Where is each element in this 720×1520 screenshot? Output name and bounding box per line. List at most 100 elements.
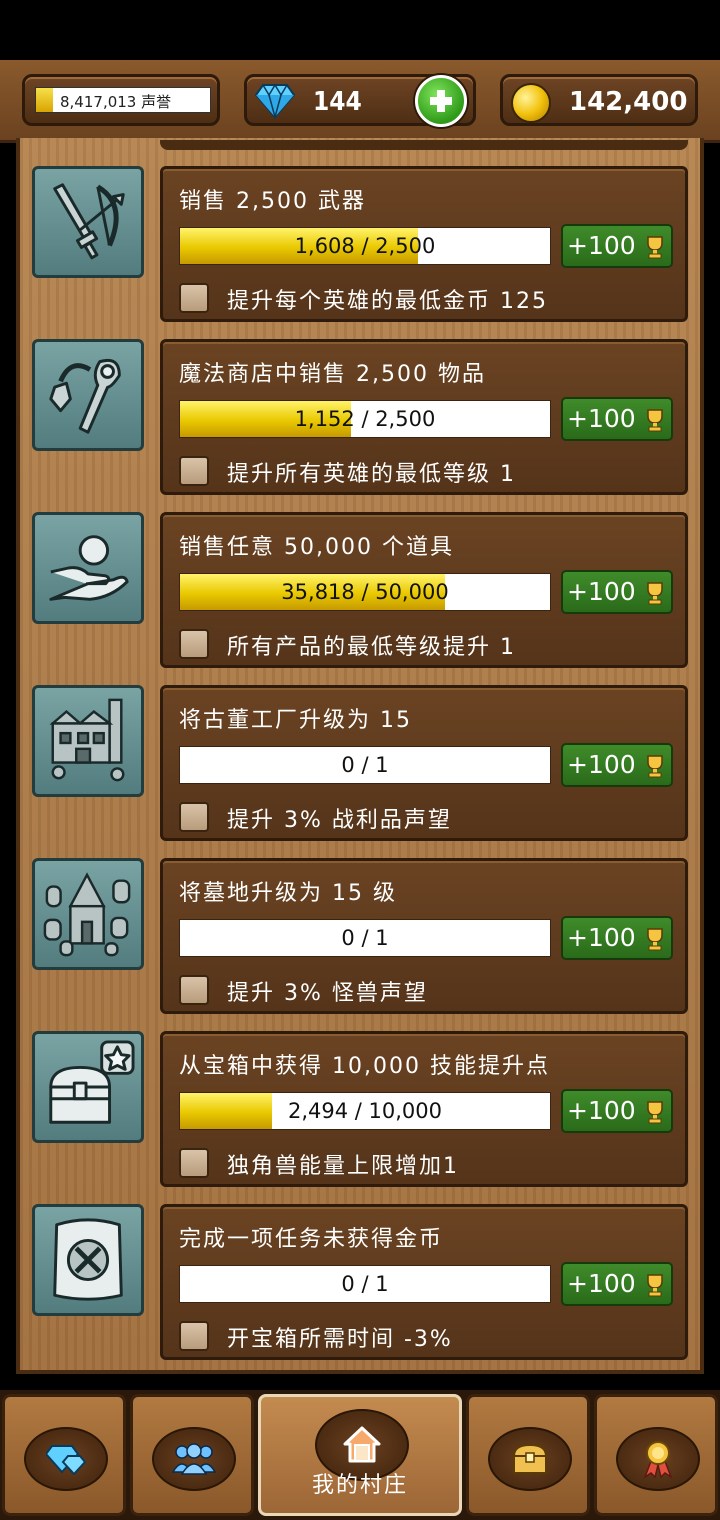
chest-icon (512, 1443, 548, 1474)
task-row[interactable]: 将古董工厂升级为 15 0 / 1 +100 提升 3% 战利品声望 (0, 685, 720, 845)
nav-well (616, 1427, 700, 1491)
trophy-icon (647, 928, 663, 951)
task-reward-amount: +100 (567, 923, 636, 952)
task-icon-frame (32, 858, 144, 970)
nav-chest-button[interactable] (466, 1394, 590, 1516)
task-card: 销售 2,500 武器 1,608 / 2,500 +100 提升每个英雄的最低… (160, 166, 688, 322)
task-progress-text: 0 / 1 (341, 1272, 389, 1296)
nav-heroes-button[interactable] (130, 1394, 254, 1516)
gold-count: 142,400 (569, 87, 688, 117)
reputation-fill (36, 88, 54, 112)
task-bonus-text: 开宝箱所需时间 -3% (227, 1327, 453, 1352)
task-icon-frame (32, 512, 144, 624)
task-bonus-text: 独角兽能量上限增加1 (227, 1154, 459, 1179)
task-row[interactable]: 完成一项任务未获得金币 0 / 1 +100 开宝箱所需时间 -3% (0, 1204, 720, 1364)
task-card: 完成一项任务未获得金币 0 / 1 +100 开宝箱所需时间 -3% (160, 1204, 688, 1360)
diamond-icon (255, 83, 295, 119)
gem-count: 144 (313, 87, 362, 117)
village-home-icon (343, 1426, 381, 1463)
factory-icon (49, 698, 125, 782)
hand-offer-icon (49, 535, 129, 601)
task-reward-amount: +100 (567, 750, 636, 779)
trophy-icon (647, 582, 663, 605)
task-title: 将古董工厂升级为 15 (179, 708, 412, 733)
bonus-checkbox[interactable] (179, 456, 209, 486)
map-x-icon (53, 1218, 123, 1301)
task-progress-bar: 0 / 1 (179, 1265, 551, 1303)
task-reward-amount: +100 (567, 231, 636, 260)
task-card: 将古董工厂升级为 15 0 / 1 +100 提升 3% 战利品声望 (160, 685, 688, 841)
task-icon-frame (32, 685, 144, 797)
gold-coin-icon (511, 83, 551, 123)
reputation-bar: 8,417,013 声誉 (35, 87, 211, 113)
task-progress-text: 0 / 1 (341, 753, 389, 777)
trophy-icon (647, 409, 663, 432)
task-reward-button[interactable]: +100 (561, 224, 673, 268)
bottom-navigation: 我的村庄 (0, 1390, 720, 1520)
nav-village-label: 我的村庄 (311, 1473, 408, 1498)
task-icon-frame (32, 166, 144, 278)
nav-village-button[interactable]: 我的村庄 (258, 1394, 462, 1516)
task-progress-bar: 1,152 / 2,500 (179, 400, 551, 438)
task-progress-text: 2,494 / 10,000 (287, 1099, 443, 1123)
weapons-icon (53, 183, 125, 260)
task-bonus-text: 提升 3% 战利品声望 (227, 808, 452, 833)
task-reward-amount: +100 (567, 577, 636, 606)
task-reward-button[interactable]: +100 (561, 570, 673, 614)
task-reward-button[interactable]: +100 (561, 916, 673, 960)
task-progress-text: 0 / 1 (341, 926, 389, 950)
task-progress-bar: 0 / 1 (179, 919, 551, 957)
task-progress-bar: 1,608 / 2,500 (179, 227, 551, 265)
task-card: 将墓地升级为 15 级 0 / 1 +100 提升 3% 怪兽声望 (160, 858, 688, 1014)
task-reward-button[interactable]: +100 (561, 1089, 673, 1133)
task-icon-frame (32, 1031, 144, 1143)
reputation-pill[interactable]: 8,417,013 声誉 (22, 74, 220, 126)
task-row[interactable]: 魔法商店中销售 2,500 物品 1,152 / 2,500 +100 提升所有… (0, 339, 720, 499)
achievements-medal-icon (643, 1441, 673, 1479)
bonus-checkbox[interactable] (179, 283, 209, 313)
task-row[interactable]: 销售 2,500 武器 1,608 / 2,500 +100 提升每个英雄的最低… (0, 166, 720, 326)
task-reward-button[interactable]: +100 (561, 397, 673, 441)
task-reward-button[interactable]: +100 (561, 743, 673, 787)
task-reward-button[interactable]: +100 (561, 1262, 673, 1306)
bonus-checkbox[interactable] (179, 802, 209, 832)
task-bonus-text: 所有产品的最低等级提升 1 (227, 635, 516, 660)
task-bonus-text: 提升所有英雄的最低等级 1 (227, 462, 516, 487)
task-progress-text: 35,818 / 50,000 (281, 580, 449, 604)
gold-pill[interactable]: 142,400 (500, 74, 698, 126)
nav-achievements-button[interactable] (594, 1394, 718, 1516)
task-title: 从宝箱中获得 10,000 技能提升点 (179, 1054, 550, 1079)
task-card: 魔法商店中销售 2,500 物品 1,152 / 2,500 +100 提升所有… (160, 339, 688, 495)
heroes-icon (172, 1443, 216, 1475)
bonus-checkbox[interactable] (179, 1148, 209, 1178)
add-gems-button[interactable] (415, 75, 467, 127)
task-row[interactable]: 将墓地升级为 15 级 0 / 1 +100 提升 3% 怪兽声望 (0, 858, 720, 1018)
task-progress-bar: 35,818 / 50,000 (179, 573, 551, 611)
trophy-icon (647, 755, 663, 778)
task-icon-frame (32, 339, 144, 451)
task-title: 将墓地升级为 15 级 (179, 881, 397, 906)
task-row[interactable]: 从宝箱中获得 10,000 技能提升点 2,494 / 10,000 +100 … (0, 1031, 720, 1191)
trophy-icon (647, 1274, 663, 1297)
nav-well (488, 1427, 572, 1491)
bonus-checkbox[interactable] (179, 975, 209, 1005)
gem-pill[interactable]: 144 (244, 74, 476, 127)
chest-star-icon (49, 1040, 135, 1124)
nav-gems-button[interactable] (2, 1394, 126, 1516)
task-title: 销售 2,500 武器 (179, 189, 366, 214)
nav-well (24, 1427, 108, 1491)
task-bonus-text: 提升每个英雄的最低金币 125 (227, 289, 548, 314)
bonus-checkbox[interactable] (179, 629, 209, 659)
bonus-checkbox[interactable] (179, 1321, 209, 1351)
task-progress-text: 1,608 / 2,500 (294, 234, 436, 258)
task-title: 魔法商店中销售 2,500 物品 (179, 362, 486, 387)
status-bar (0, 0, 720, 60)
task-icon-frame (32, 1204, 144, 1316)
task-reward-amount: +100 (567, 1269, 636, 1298)
magic-items-icon (49, 358, 121, 434)
task-progress-bar: 0 / 1 (179, 746, 551, 784)
task-row[interactable]: 销售任意 50,000 个道具 35,818 / 50,000 +100 所有产… (0, 512, 720, 672)
graveyard-icon (43, 872, 131, 957)
task-progress-bar: 2,494 / 10,000 (179, 1092, 551, 1130)
task-bonus-text: 提升 3% 怪兽声望 (227, 981, 428, 1006)
